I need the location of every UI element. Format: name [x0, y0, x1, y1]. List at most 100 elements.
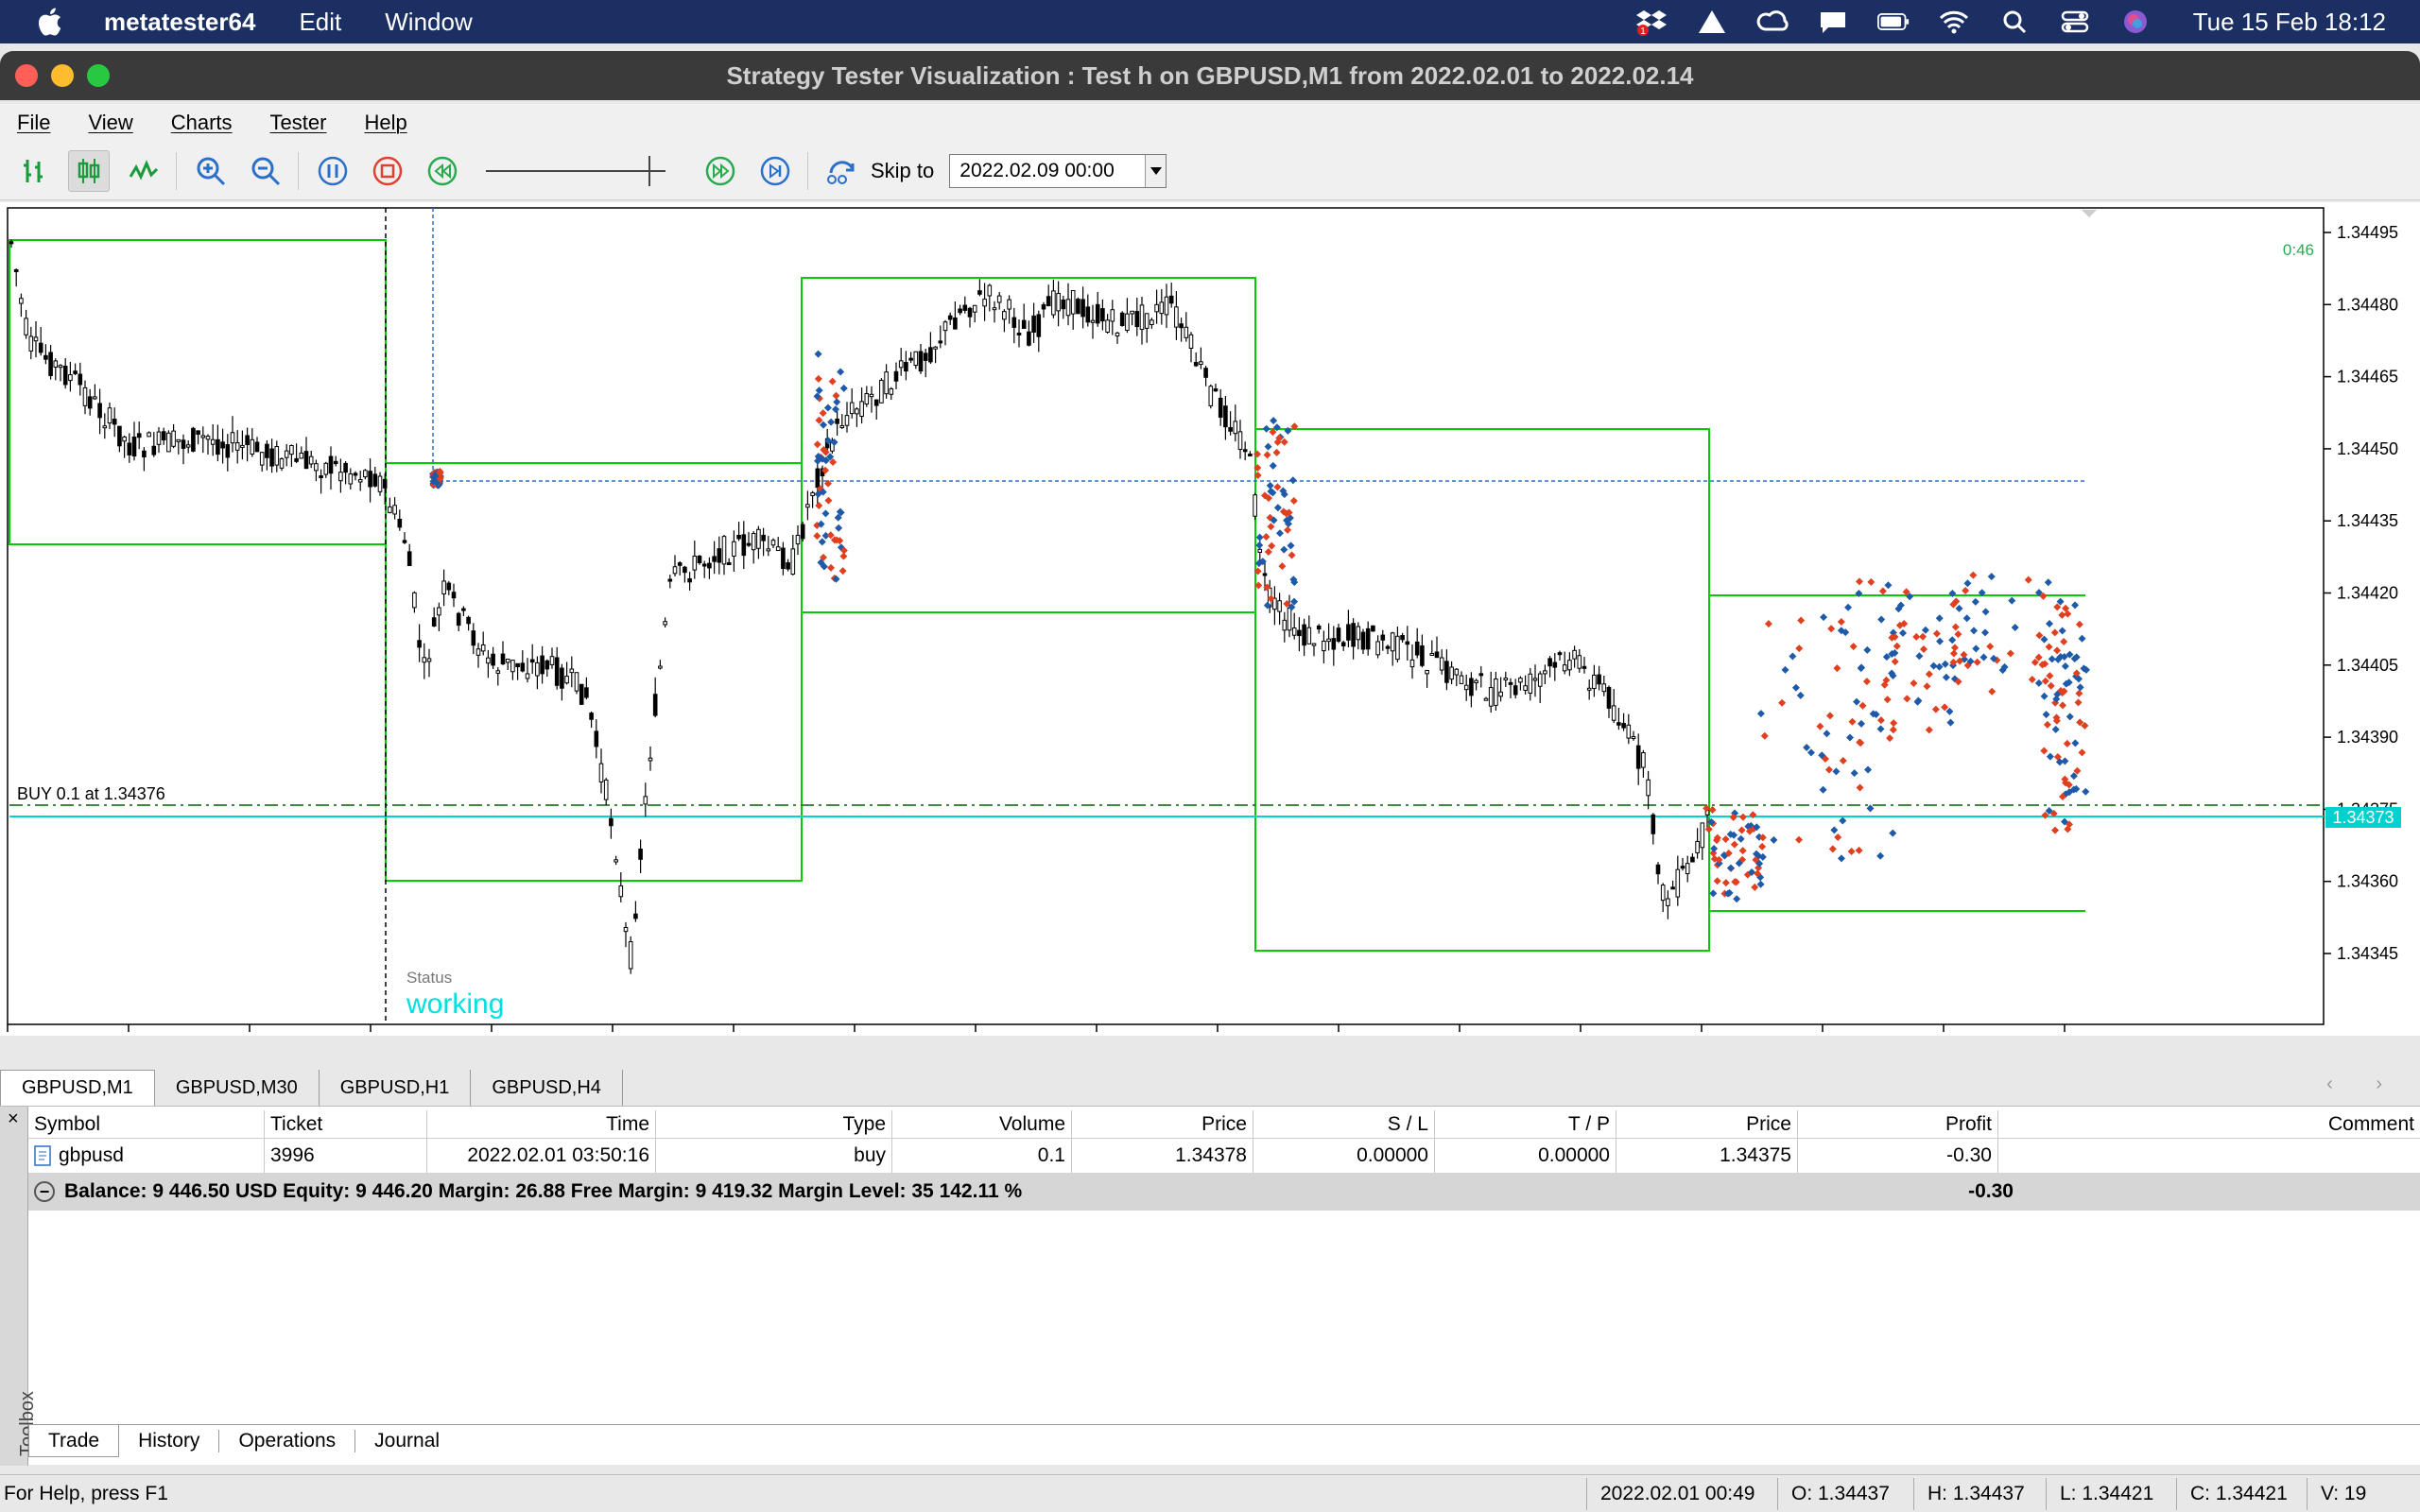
chart-tab-m30[interactable]: GBPUSD,M30: [155, 1070, 320, 1106]
rewind-button[interactable]: [422, 150, 463, 192]
step-forward-button[interactable]: [754, 150, 796, 192]
candle-body: [1508, 681, 1513, 685]
speed-slider[interactable]: [486, 150, 666, 192]
close-icon[interactable]: ×: [8, 1108, 19, 1130]
bar-chart-button[interactable]: [13, 150, 55, 192]
candle-body: [529, 659, 535, 663]
candle-body: [849, 402, 855, 415]
candle-body: [382, 478, 388, 489]
cloud-icon[interactable]: [1817, 8, 1849, 36]
col-tp[interactable]: T / P: [1435, 1110, 1616, 1138]
candle-body: [1651, 814, 1656, 834]
candle-body: [353, 472, 358, 476]
minimize-window-button[interactable]: [51, 64, 74, 87]
skip-to-button[interactable]: [821, 150, 863, 192]
candle-body: [795, 534, 801, 545]
chart-tab-h1[interactable]: GBPUSD,H1: [320, 1070, 472, 1106]
drive-icon[interactable]: [1696, 8, 1728, 36]
col-ticket[interactable]: Ticket: [265, 1110, 427, 1138]
menu-charts[interactable]: Charts: [171, 111, 233, 135]
siri-icon[interactable]: [2119, 8, 2152, 36]
candle-body: [62, 366, 68, 386]
price-tick-label: 1.34480: [2337, 295, 2398, 314]
pause-button[interactable]: [312, 150, 354, 192]
status-datetime: 2022.02.01 00:49: [1586, 1477, 1777, 1510]
price-chart[interactable]: BUY 0.1 at 1.34376 0:46 Status working 1…: [0, 202, 2420, 1036]
candle-body: [918, 351, 924, 372]
candle-body: [1518, 678, 1523, 683]
candlestick-chart-button[interactable]: [68, 149, 110, 192]
candle-body: [363, 470, 368, 478]
col-symbol[interactable]: Symbol: [28, 1110, 265, 1138]
candle-body: [560, 667, 564, 689]
col-time[interactable]: Time: [427, 1110, 656, 1138]
tab-history[interactable]: History: [119, 1425, 218, 1457]
candle-body: [505, 659, 510, 663]
candle-body: [638, 849, 643, 860]
candle-body: [1621, 723, 1626, 729]
chart-canvas[interactable]: BUY 0.1 at 1.34376 0:46 Status working 1…: [0, 202, 2420, 1036]
control-center-icon[interactable]: [2059, 8, 2091, 36]
time-tick-label: 31 Jan 23:57: [371, 1034, 469, 1036]
edit-menu[interactable]: Edit: [299, 8, 341, 37]
table-row[interactable]: gbpusd 3996 2022.02.01 03:50:16 buy 0.1 …: [28, 1139, 2420, 1173]
fast-forward-button[interactable]: [700, 150, 741, 192]
candle-body: [82, 387, 88, 406]
dropbox-icon[interactable]: 1: [1635, 8, 1668, 36]
status-high: H: 1.34437: [1913, 1477, 2046, 1510]
time-tick-label: 31 Jan 23:25: [129, 1034, 227, 1036]
stop-button[interactable]: [367, 150, 408, 192]
candle-body: [564, 676, 569, 684]
chart-tab-m1[interactable]: GBPUSD,M1: [0, 1070, 155, 1106]
apple-icon[interactable]: [34, 5, 68, 39]
tab-operations[interactable]: Operations: [219, 1425, 354, 1457]
cell-type: buy: [656, 1139, 892, 1173]
candle-body: [240, 444, 245, 448]
candle-body: [200, 435, 206, 438]
menu-help[interactable]: Help: [364, 111, 406, 135]
candle-body: [1611, 705, 1616, 721]
wifi-icon[interactable]: [1938, 8, 1970, 36]
menu-view[interactable]: View: [88, 111, 132, 135]
line-chart-button[interactable]: [123, 150, 164, 192]
col-price[interactable]: Price: [1072, 1110, 1253, 1138]
spotlight-search-icon[interactable]: [1998, 8, 2031, 36]
app-menu[interactable]: metatester64: [104, 8, 255, 37]
candle-body: [982, 299, 987, 307]
skip-to-date-select[interactable]: 2022.02.09 00:00: [949, 153, 1167, 188]
candle-body: [265, 443, 269, 458]
candle-body: [1051, 290, 1056, 316]
candle-body: [1592, 674, 1597, 690]
dropdown-arrow-icon[interactable]: [1145, 154, 1167, 187]
menu-file[interactable]: File: [17, 111, 50, 135]
tab-scroll-arrows-icon[interactable]: ‹ ›: [2326, 1074, 2401, 1095]
creative-cloud-icon[interactable]: [1756, 8, 1789, 36]
tab-trade[interactable]: Trade: [28, 1425, 120, 1457]
menu-bar-clock[interactable]: Tue 15 Feb 18:12: [2193, 8, 2386, 37]
close-window-button[interactable]: [15, 64, 38, 87]
menu-tester[interactable]: Tester: [270, 111, 327, 135]
candle-body: [220, 441, 225, 449]
col-current-price[interactable]: Price: [1616, 1110, 1798, 1138]
time-axis[interactable]: 31 Jan 2022 31 Jan 23:25 31 Jan 23:41 31 Ja…: [7, 1024, 2155, 1036]
window-menu[interactable]: Window: [385, 8, 472, 37]
chart-tab-h4[interactable]: GBPUSD,H4: [471, 1070, 623, 1106]
candle-body: [1385, 645, 1391, 649]
zoom-out-button[interactable]: [245, 150, 286, 192]
candle-body: [766, 548, 771, 552]
collapse-icon[interactable]: −: [34, 1181, 55, 1202]
col-volume[interactable]: Volume: [892, 1110, 1072, 1138]
candle-body: [1400, 635, 1405, 641]
col-sl[interactable]: S / L: [1253, 1110, 1435, 1138]
zoom-in-button[interactable]: [190, 150, 232, 192]
candle-body: [480, 644, 486, 652]
candle-body: [1144, 313, 1150, 329]
zoom-window-button[interactable]: [87, 64, 110, 87]
candle-body: [1503, 678, 1509, 681]
candle-body: [1322, 641, 1326, 652]
tab-journal[interactable]: Journal: [355, 1425, 458, 1457]
col-type[interactable]: Type: [656, 1110, 892, 1138]
col-comment[interactable]: Comment: [1998, 1110, 2420, 1138]
col-profit[interactable]: Profit: [1798, 1110, 1998, 1138]
account-summary-row[interactable]: − Balance: 9 446.50 USD Equity: 9 446.20…: [28, 1173, 2420, 1211]
